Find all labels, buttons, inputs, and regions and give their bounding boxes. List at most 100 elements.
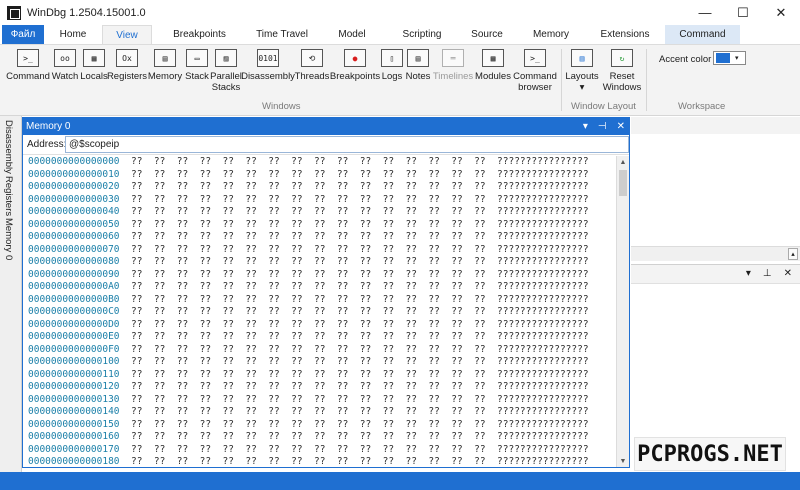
layouts-button[interactable]: ▥ Layouts ▾: [564, 49, 600, 93]
group-separator: [646, 49, 647, 111]
memory-ascii: ????????????????: [497, 393, 589, 405]
memory-ascii: ????????????????: [497, 331, 589, 342]
side-tab-registers[interactable]: Registers: [3, 176, 14, 216]
breakpoints-window-button[interactable]: ● Breakpoints: [330, 49, 380, 82]
memory-ascii: ????????????????: [497, 343, 589, 355]
memory-bytes: ?? ?? ?? ?? ?? ?? ?? ?? ?? ?? ?? ?? ?? ?…: [130, 368, 486, 380]
memory-window-button[interactable]: ▤ Memory: [147, 49, 183, 82]
disassembly-window-button[interactable]: 0101 Disassembly: [241, 49, 295, 82]
memory-pane-header: Memory 0 ▾ ⊣ ✕: [23, 118, 629, 135]
memory-bytes: ?? ?? ?? ?? ?? ?? ?? ?? ?? ?? ?? ?? ?? ?…: [130, 256, 486, 267]
chevron-down-icon: ▾: [579, 82, 585, 93]
memory-ascii: ????????????????: [497, 456, 589, 467]
memory-ascii: ????????????????: [497, 381, 589, 392]
right-pane-scrollbar[interactable]: ▴: [631, 246, 800, 261]
scroll-up-icon[interactable]: ▲: [617, 156, 629, 168]
memory-address: 00000000000000C0: [28, 306, 120, 317]
tab-time-travel[interactable]: Time Travel: [247, 25, 317, 44]
modules-window-button[interactable]: ▦ Modules: [474, 49, 512, 82]
scroll-down-icon[interactable]: ▼: [617, 455, 629, 467]
timelines-window-button[interactable]: ═ Timelines: [433, 49, 473, 82]
command-browser-window-button[interactable]: >_ Command browser: [513, 49, 557, 93]
threads-window-button[interactable]: ⟲ Threads: [295, 49, 329, 82]
pin-icon[interactable]: ⊥: [763, 268, 772, 279]
tab-scripting[interactable]: Scripting: [387, 25, 457, 44]
scroll-up-icon[interactable]: ▴: [788, 248, 798, 260]
scroll-thumb[interactable]: [619, 170, 627, 196]
registers-icon: Ox: [116, 49, 138, 67]
tab-source[interactable]: Source: [457, 25, 517, 44]
pane-menu-icon[interactable]: ▾: [746, 268, 751, 279]
memory-row: 00000000000000D0 ?? ?? ?? ?? ?? ?? ?? ??…: [23, 319, 617, 332]
memory-address: 00000000000000D0: [28, 318, 120, 330]
memory-ascii: ????????????????: [497, 218, 589, 230]
memory-row: 0000000000000140 ?? ?? ?? ?? ?? ?? ?? ??…: [23, 406, 617, 419]
parallel-stacks-window-button[interactable]: ▨ Parallel Stacks: [210, 49, 242, 93]
memory-bytes: ?? ?? ?? ?? ?? ?? ?? ?? ?? ?? ?? ?? ?? ?…: [130, 418, 486, 430]
minimize-button[interactable]: —: [686, 0, 724, 25]
memory-ascii: ????????????????: [497, 181, 589, 192]
memory-row: 0000000000000050 ?? ?? ?? ?? ?? ?? ?? ??…: [23, 219, 617, 232]
memory-bytes: ?? ?? ?? ?? ?? ?? ?? ?? ?? ?? ?? ?? ?? ?…: [130, 331, 486, 342]
stack-icon: ▭: [186, 49, 208, 67]
memory-pane-title: Memory 0: [26, 121, 71, 132]
accent-color-picker[interactable]: ▾: [713, 51, 746, 65]
command-window-button[interactable]: >_ Command: [6, 49, 50, 82]
memory-row: 00000000000000C0 ?? ?? ?? ?? ?? ?? ?? ??…: [23, 306, 617, 319]
memory-address: 0000000000000160: [28, 431, 120, 442]
stack-window-button[interactable]: ▭ Stack: [184, 49, 210, 82]
memory-bytes: ?? ?? ?? ?? ?? ?? ?? ?? ?? ?? ?? ?? ?? ?…: [130, 443, 486, 455]
status-bar: [0, 472, 800, 490]
memory-dump[interactable]: 0000000000000000 ?? ?? ?? ?? ?? ?? ?? ??…: [23, 156, 617, 467]
registers-window-button[interactable]: Ox Registers: [107, 49, 147, 82]
modules-icon: ▦: [482, 49, 504, 67]
close-icon[interactable]: ✕: [784, 268, 792, 279]
memory-row: 0000000000000080 ?? ?? ?? ?? ?? ?? ?? ??…: [23, 256, 617, 269]
close-button[interactable]: ✕: [762, 0, 800, 25]
locals-window-button[interactable]: ▦ Locals: [80, 49, 108, 82]
tab-view[interactable]: View: [102, 25, 152, 44]
memory-scrollbar[interactable]: ▲ ▼: [616, 156, 629, 467]
breakpoint-icon: ●: [344, 49, 366, 67]
memory-bytes: ?? ?? ?? ?? ?? ?? ?? ?? ?? ?? ?? ?? ?? ?…: [130, 243, 486, 255]
maximize-button[interactable]: ☐: [724, 0, 762, 25]
logs-window-button[interactable]: ▯ Logs: [381, 49, 403, 82]
tab-breakpoints[interactable]: Breakpoints: [152, 25, 247, 44]
memory-ascii: ????????????????: [497, 431, 589, 442]
memory-address: 0000000000000040: [28, 206, 120, 217]
tab-model[interactable]: Model: [317, 25, 387, 44]
tab-file[interactable]: Файл: [2, 25, 44, 44]
close-icon[interactable]: ✕: [617, 121, 625, 132]
memory-ascii: ????????????????: [497, 156, 589, 167]
watermark-logo: PCPROGS.NET: [634, 437, 786, 471]
notes-window-button[interactable]: ▤ Notes: [405, 49, 431, 82]
watch-window-button[interactable]: oo Watch: [51, 49, 79, 82]
tab-extensions[interactable]: Extensions: [585, 25, 665, 44]
memory-row: 0000000000000010 ?? ?? ?? ?? ?? ?? ?? ??…: [23, 169, 617, 182]
right-top-pane: [631, 117, 800, 262]
memory-row: 0000000000000120 ?? ?? ?? ?? ?? ?? ?? ??…: [23, 381, 617, 394]
side-tab-disassembly[interactable]: Disassembly: [3, 120, 14, 174]
tab-memory[interactable]: Memory: [517, 25, 585, 44]
memory-bytes: ?? ?? ?? ?? ?? ?? ?? ?? ?? ?? ?? ?? ?? ?…: [130, 318, 486, 330]
memory-bytes: ?? ?? ?? ?? ?? ?? ?? ?? ?? ?? ?? ?? ?? ?…: [130, 231, 486, 242]
memory-address: 00000000000000E0: [28, 331, 120, 342]
pane-menu-icon[interactable]: ▾: [583, 121, 588, 132]
tab-command[interactable]: Command: [665, 25, 740, 44]
reset-icon: ↻: [611, 49, 633, 67]
memory-bytes: ?? ?? ?? ?? ?? ?? ?? ?? ?? ?? ?? ?? ?? ?…: [130, 218, 486, 230]
memory-address: 0000000000000100: [28, 356, 120, 367]
memory-row: 0000000000000170 ?? ?? ?? ?? ?? ?? ?? ??…: [23, 444, 617, 457]
memory-row: 0000000000000070 ?? ?? ?? ?? ?? ?? ?? ??…: [23, 244, 617, 257]
reset-windows-button[interactable]: ↻ Reset Windows: [602, 49, 642, 93]
pin-icon[interactable]: ⊣: [598, 121, 607, 132]
window-title: WinDbg 1.2504.15001.0: [27, 6, 146, 19]
memory-bytes: ?? ?? ?? ?? ?? ?? ?? ?? ?? ?? ?? ?? ?? ?…: [130, 181, 486, 192]
memory-row: 0000000000000160 ?? ?? ?? ?? ?? ?? ?? ??…: [23, 431, 617, 444]
address-input[interactable]: @$scopeip: [65, 136, 629, 153]
memory-row: 0000000000000130 ?? ?? ?? ?? ?? ?? ?? ??…: [23, 394, 617, 407]
glasses-icon: oo: [54, 49, 76, 67]
side-tab-memory-0[interactable]: Memory 0: [3, 218, 14, 260]
threads-icon: ⟲: [301, 49, 323, 67]
tab-home[interactable]: Home: [44, 25, 102, 44]
